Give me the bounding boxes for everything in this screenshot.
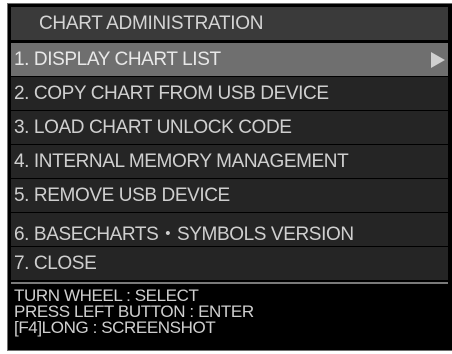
menu-item-label: 5. REMOVE USB DEVICE bbox=[14, 185, 230, 206]
help-text: TURN WHEEL : SELECT PRESS LEFT BUTTON : … bbox=[14, 287, 448, 337]
chart-administration-dialog: CHART ADMINISTRATION 1. DISPLAY CHART LI… bbox=[7, 3, 452, 351]
menu-item-display-chart-list[interactable]: 1. DISPLAY CHART LIST bbox=[11, 43, 448, 76]
menu-item-close[interactable]: 7. CLOSE bbox=[11, 247, 448, 280]
help-divider bbox=[11, 282, 448, 284]
help-line-f4-long: [F4]LONG : SCREENSHOT bbox=[14, 318, 216, 337]
menu-item-copy-chart-from-usb[interactable]: 2. COPY CHART FROM USB DEVICE bbox=[11, 77, 448, 110]
menu-item-label: 7. CLOSE bbox=[14, 253, 97, 274]
menu-item-load-chart-unlock-code[interactable]: 3. LOAD CHART UNLOCK CODE bbox=[11, 111, 448, 144]
menu-item-label: 2. COPY CHART FROM USB DEVICE bbox=[14, 83, 329, 104]
menu-item-label: 1. DISPLAY CHART LIST bbox=[14, 49, 221, 70]
submenu-arrow-icon bbox=[431, 52, 445, 68]
menu-item-internal-memory-management[interactable]: 4. INTERNAL MEMORY MANAGEMENT bbox=[11, 145, 448, 178]
menu-item-label: 6. BASECHARTS・SYMBOLS VERSION bbox=[14, 224, 354, 245]
menu-item-remove-usb-device[interactable]: 5. REMOVE USB DEVICE bbox=[11, 179, 448, 212]
dialog-title-bar: CHART ADMINISTRATION bbox=[11, 7, 448, 40]
menu-item-label: 4. INTERNAL MEMORY MANAGEMENT bbox=[14, 151, 349, 172]
menu-item-basecharts-symbols-version[interactable]: 6. BASECHARTS・SYMBOLS VERSION bbox=[11, 213, 448, 246]
menu-item-label: 3. LOAD CHART UNLOCK CODE bbox=[14, 117, 292, 138]
dialog-title: CHART ADMINISTRATION bbox=[39, 13, 264, 34]
